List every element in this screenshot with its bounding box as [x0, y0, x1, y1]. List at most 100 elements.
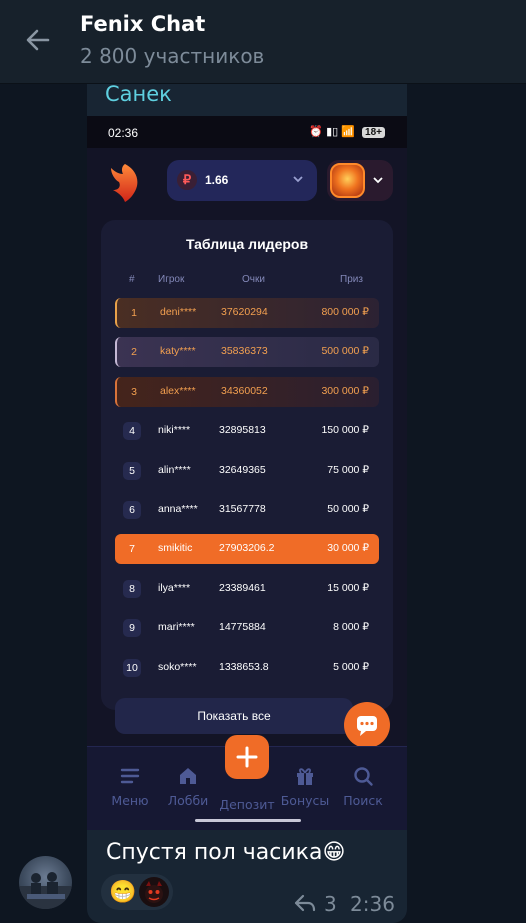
- row-player: alex****: [160, 385, 196, 397]
- phoenix-logo-icon: [111, 164, 138, 202]
- chevron-down-icon: [373, 177, 383, 184]
- row-prize: 800 000 ₽: [321, 306, 369, 318]
- chat-title[interactable]: Fenix Chat: [80, 12, 205, 36]
- gift-icon: [297, 768, 313, 785]
- row-rank: 5: [123, 462, 141, 480]
- show-all-button[interactable]: Показать все: [115, 698, 353, 734]
- table-row: 3 alex**** 34360052 300 000 ₽: [115, 377, 379, 407]
- balance-value: 1.66: [205, 173, 229, 187]
- row-prize: 5 000 ₽: [333, 661, 369, 673]
- row-rank: 9: [123, 619, 141, 637]
- back-arrow-icon[interactable]: [22, 24, 54, 56]
- row-prize: 150 000 ₽: [321, 424, 369, 436]
- status-icons-text: ⏰ ▮▯ 📶: [309, 126, 359, 138]
- row-rank: 10: [123, 659, 141, 677]
- deposit-plus-button[interactable]: [225, 735, 269, 779]
- nav-label: Бонусы: [280, 793, 330, 808]
- row-player: katy****: [160, 345, 196, 357]
- row-score: 31567778: [219, 503, 266, 515]
- chat-header: Fenix Chat 2 800 участников: [0, 0, 526, 84]
- row-score: 27903206.2: [219, 542, 275, 554]
- profile-avatar: [330, 163, 365, 198]
- row-score: 37620294: [221, 306, 268, 318]
- row-player: soko****: [158, 661, 197, 673]
- message-text: Спустя пол часика😁: [106, 840, 346, 865]
- menu-icon: [120, 768, 140, 784]
- row-score: 34360052: [221, 385, 268, 397]
- table-row-current-user: 7 smikitic 27903206.2 30 000 ₽: [115, 534, 379, 564]
- row-rank: 6: [123, 501, 141, 519]
- chevron-down-icon: [293, 176, 303, 183]
- reaction-chip[interactable]: 😁: [101, 874, 173, 910]
- row-score: 14775884: [219, 621, 266, 633]
- row-player: niki****: [158, 424, 191, 436]
- table-row: 5 alin**** 32649365 75 000 ₽: [115, 456, 379, 486]
- col-prize: Приз: [340, 274, 363, 285]
- row-prize: 8 000 ₽: [333, 621, 369, 633]
- table-row: 4 niki**** 32895813 150 000 ₽: [115, 416, 379, 446]
- nav-label: Лобби: [167, 793, 209, 808]
- row-player: alin****: [158, 464, 191, 476]
- row-prize: 500 000 ₽: [321, 345, 369, 357]
- status-time: 02:36: [108, 126, 139, 140]
- row-prize: 75 000 ₽: [327, 464, 369, 476]
- col-player: Игрок: [158, 274, 185, 285]
- plus-icon: [236, 746, 258, 768]
- row-rank: 3: [131, 386, 137, 398]
- row-rank: 8: [123, 580, 141, 598]
- battery-icon: 18+: [362, 127, 385, 138]
- ruble-icon: ₽: [177, 170, 197, 190]
- group-photo-icon: [19, 872, 72, 909]
- row-rank: 1: [131, 307, 137, 319]
- row-player: smikitic: [158, 542, 193, 554]
- chat-bubble-icon: [357, 716, 377, 736]
- profile-menu[interactable]: [327, 160, 393, 201]
- row-prize: 30 000 ₽: [327, 542, 369, 554]
- row-rank: 7: [129, 543, 135, 555]
- row-player: deni****: [160, 306, 197, 318]
- row-score: 35836373: [221, 345, 268, 357]
- table-row: 2 katy**** 35836373 500 000 ₽: [115, 337, 379, 367]
- leaderboard-title: Таблица лидеров: [185, 236, 309, 252]
- search-icon: [354, 767, 373, 786]
- status-icons: ⏰ ▮▯ 📶 18+: [309, 125, 385, 138]
- row-player: anna****: [158, 503, 198, 515]
- nav-search[interactable]: Поиск: [333, 765, 393, 808]
- row-prize: 300 000 ₽: [321, 385, 369, 397]
- row-player: mari****: [158, 621, 195, 633]
- table-row: 8 ilya**** 23389461 15 000 ₽: [115, 574, 379, 604]
- nav-label: Депозит: [219, 797, 275, 812]
- home-indicator: [195, 819, 301, 822]
- reply-arrow-icon[interactable]: [294, 893, 316, 913]
- nav-label: Поиск: [343, 793, 383, 808]
- member-count: 2 800 участников: [80, 44, 265, 68]
- col-score: Очки: [242, 274, 265, 285]
- support-chat-button[interactable]: [344, 702, 390, 748]
- table-row: 1 deni**** 37620294 800 000 ₽: [115, 298, 379, 328]
- devil-mask-icon: [145, 881, 163, 903]
- nav-label: Меню: [111, 793, 149, 808]
- reply-count[interactable]: 3: [324, 892, 337, 916]
- col-rank: #: [129, 274, 135, 285]
- row-score: 23389461: [219, 582, 266, 594]
- row-rank: 2: [131, 346, 137, 358]
- row-rank: 4: [123, 422, 141, 440]
- balance-selector[interactable]: ₽ 1.66: [167, 160, 317, 201]
- row-prize: 15 000 ₽: [327, 582, 369, 594]
- row-player: ilya****: [158, 582, 191, 594]
- attached-screenshot[interactable]: 02:36 ⏰ ▮▯ 📶 18+ ₽ 1.66 Таблица лидеров …: [87, 116, 407, 830]
- sender-avatar[interactable]: [19, 856, 72, 909]
- sender-name[interactable]: Санек: [105, 82, 172, 106]
- nav-deposit[interactable]: Депозит: [217, 791, 277, 812]
- row-score: 32649365: [219, 464, 266, 476]
- grinning-emoji-icon: 😁: [109, 879, 137, 904]
- nav-bonuses[interactable]: Бонусы: [275, 765, 335, 808]
- table-row: 6 anna**** 31567778 50 000 ₽: [115, 495, 379, 525]
- table-row: 9 mari**** 14775884 8 000 ₽: [115, 613, 379, 643]
- nav-lobby[interactable]: Лобби: [158, 765, 218, 808]
- row-score: 32895813: [219, 424, 266, 436]
- message-time: 2:36: [350, 892, 395, 916]
- table-row: 10 soko**** 1338653.8 5 000 ₽: [115, 653, 379, 683]
- nav-menu[interactable]: Меню: [100, 765, 160, 808]
- reactor-avatar: [139, 877, 169, 907]
